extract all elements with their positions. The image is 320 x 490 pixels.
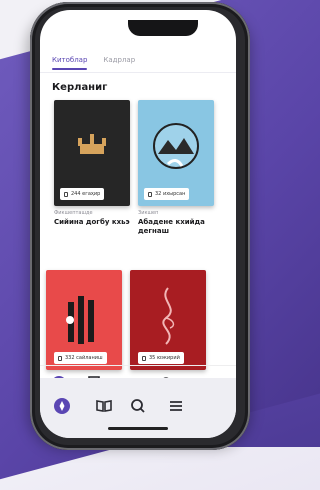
- book-card-1[interactable]: 244 егаҳир: [54, 100, 130, 206]
- bottom-navigation: [40, 378, 236, 438]
- book-pages-badge: 35 юэкирий: [138, 352, 184, 364]
- search-icon[interactable]: [128, 396, 148, 416]
- book-pages-badge: 244 егаҳир: [60, 188, 105, 200]
- book-card-3[interactable]: 332 сайланиш: [46, 270, 122, 370]
- compass-icon[interactable]: [52, 396, 72, 416]
- section-title: Керланиг: [52, 82, 108, 93]
- book-pages: 32 ихырсан: [155, 191, 186, 197]
- book-title-2[interactable]: Абадене кхийда дегнаш: [138, 218, 224, 236]
- home-indicator: [108, 427, 168, 430]
- book-pages-badge: 32 ихырсан: [144, 188, 190, 200]
- book-pages-badge: 332 сайланиш: [54, 352, 107, 364]
- book-meta-2: Зикшеп: [138, 210, 159, 216]
- tab-bar: Китоблар Кадрлар: [52, 56, 135, 70]
- book-meta-1: Фикшепташде: [54, 210, 93, 216]
- document-icon: [58, 355, 62, 361]
- book-pages: 35 юэкирий: [149, 355, 180, 361]
- tab-books[interactable]: Китоблар: [52, 56, 88, 70]
- book-open-icon[interactable]: [94, 396, 114, 416]
- document-icon: [64, 191, 68, 197]
- book-pages: 332 сайланиш: [65, 355, 103, 361]
- phone-screen: Китоблар Кадрлар Керланиг 244 егаҳир 32 …: [40, 10, 236, 438]
- tab-divider: [40, 72, 236, 73]
- menu-icon[interactable]: [166, 396, 186, 416]
- notch: [128, 20, 198, 36]
- book-title-1[interactable]: Сийина догбу кхьэ: [54, 218, 134, 227]
- tab-frames[interactable]: Кадрлар: [103, 56, 135, 70]
- book-card-4[interactable]: 35 юэкирий: [130, 270, 206, 370]
- document-icon: [148, 191, 152, 197]
- book-card-2[interactable]: 32 ихырсан: [138, 100, 214, 206]
- book-pages: 244 егаҳир: [71, 191, 101, 197]
- nav-divider: [40, 365, 236, 366]
- document-icon: [142, 355, 146, 361]
